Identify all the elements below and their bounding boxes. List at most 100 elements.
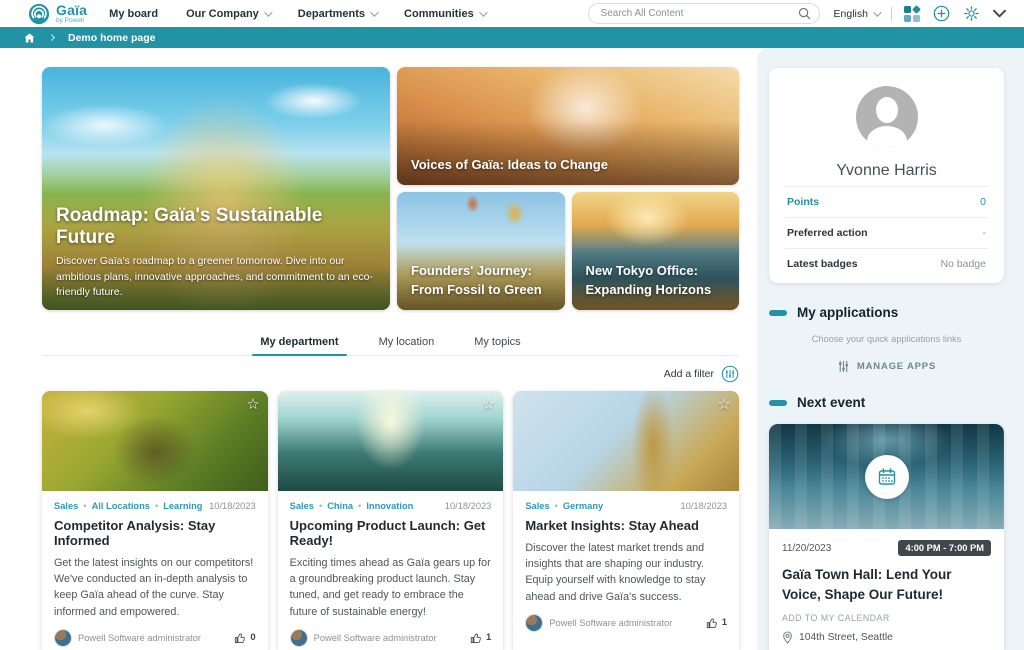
category-tag[interactable]: Sales [525, 501, 549, 511]
profile-row-points[interactable]: Points 0 [785, 186, 988, 217]
nav-our-company[interactable]: Our Company [186, 8, 270, 20]
news-image: ☆ [42, 391, 268, 491]
category-tag[interactable]: Learning [155, 501, 203, 511]
profile-row-preferred-action[interactable]: Preferred action - [785, 217, 988, 248]
profile-avatar[interactable] [856, 86, 918, 148]
language-selector[interactable]: English [834, 8, 879, 20]
nav-my-board[interactable]: My board [109, 8, 158, 20]
add-filter-label[interactable]: Add a filter [664, 368, 714, 380]
nav-communities[interactable]: Communities [404, 8, 485, 20]
tab-my-department[interactable]: My department [258, 332, 340, 355]
favorite-star-icon[interactable]: ☆ [246, 397, 259, 412]
author-name: Powell Software administrator [78, 633, 201, 643]
section-dash-icon [769, 310, 787, 316]
news-title[interactable]: Upcoming Product Launch: Get Ready! [290, 518, 492, 548]
like-count: 1 [722, 617, 727, 628]
manage-apps-button[interactable]: MANAGE APPS [769, 360, 1004, 373]
hero-card-tokyo[interactable]: New Tokyo Office: Expanding Horizons [572, 192, 740, 310]
news-card-product-launch[interactable]: ☆ Sales China Innovation 10/18/2023 Upco… [278, 391, 504, 650]
logo-subtitle: by Powell [56, 18, 87, 25]
news-image: ☆ [513, 391, 739, 491]
category-tag[interactable]: Sales [54, 501, 78, 511]
hero-title: Voices of Gaïa: Ideas to Change [411, 156, 727, 175]
thumbs-up-icon [470, 632, 482, 644]
add-to-calendar-link[interactable]: ADD TO MY CALENDAR [782, 613, 991, 623]
chevron-down-icon [264, 8, 272, 16]
event-card[interactable]: 11/20/2023 4:00 PM - 7:00 PM Gaïa Town H… [769, 424, 1004, 650]
breadcrumb: Demo home page [0, 27, 1024, 48]
author-avatar [54, 629, 72, 647]
settings-gear-icon[interactable] [963, 5, 980, 22]
hero-card-voices[interactable]: Voices of Gaïa: Ideas to Change [397, 67, 739, 185]
event-location: 104th Street, Seattle [799, 632, 893, 643]
news-date: 10/18/2023 [680, 501, 727, 511]
next-event-heading: Next event [797, 395, 865, 410]
add-content-icon[interactable] [933, 5, 950, 22]
category-tag[interactable]: All Locations [83, 501, 150, 511]
event-title[interactable]: Gaïa Town Hall: Lend Your Voice, Shape O… [782, 565, 991, 604]
author-name: Powell Software administrator [549, 618, 672, 628]
thumbs-up-icon [706, 617, 718, 629]
home-icon[interactable] [24, 33, 35, 43]
favorite-star-icon[interactable]: ☆ [482, 397, 495, 412]
hero-title: New Tokyo Office: Expanding Horizons [586, 262, 728, 300]
filter-sliders-icon[interactable] [721, 365, 739, 383]
collapse-header-icon[interactable] [993, 9, 1006, 18]
breadcrumb-chevron-icon [48, 34, 55, 41]
calendar-icon [877, 467, 897, 487]
right-sidebar: Yvonne Harris Points 0 Preferred action … [757, 48, 1024, 650]
search-icon[interactable] [798, 7, 811, 20]
hero-title: Roadmap: Gaïa's Sustainable Future [56, 205, 378, 249]
top-navigation-bar: Gaïa by Powell My board Our Company Depa… [0, 0, 1024, 27]
category-tag[interactable]: Germany [555, 501, 604, 511]
thumbs-up-icon [234, 632, 246, 644]
hero-card-founders[interactable]: Founders' Journey: From Fossil to Green [397, 192, 565, 310]
sliders-icon [837, 360, 850, 373]
news-excerpt: Discover the latest market trends and in… [525, 540, 727, 605]
news-title[interactable]: Market Insights: Stay Ahead [525, 518, 727, 533]
header-divider [891, 7, 892, 21]
location-pin-icon [782, 631, 793, 644]
nav-departments[interactable]: Departments [298, 8, 376, 20]
applications-hint: Choose your quick applications links [769, 334, 1004, 344]
profile-row-latest-badges[interactable]: Latest badges No badge [785, 248, 988, 279]
category-tag[interactable]: China [319, 501, 353, 511]
favorite-star-icon[interactable]: ☆ [718, 397, 731, 412]
news-excerpt: Get the latest insights on our competito… [54, 555, 256, 620]
news-card-list: ☆ Sales All Locations Learning 10/18/202… [42, 391, 739, 650]
like-button[interactable]: 1 [470, 632, 491, 644]
gaia-logo[interactable]: Gaïa by Powell [28, 3, 87, 25]
category-tag[interactable]: Innovation [358, 501, 413, 511]
chevron-down-icon [370, 8, 378, 16]
chevron-down-icon [479, 8, 487, 16]
news-date: 10/18/2023 [209, 501, 256, 511]
news-card-market-insights[interactable]: ☆ Sales Germany 10/18/2023 Market Insigh… [513, 391, 739, 650]
apps-waffle-icon[interactable] [904, 6, 920, 22]
tab-my-location[interactable]: My location [377, 332, 437, 355]
news-excerpt: Exciting times ahead as Gaïa gears up fo… [290, 555, 492, 620]
tab-my-topics[interactable]: My topics [472, 332, 522, 355]
news-date: 10/18/2023 [445, 501, 492, 511]
breadcrumb-page-title: Demo home page [68, 32, 156, 44]
hero-card-roadmap[interactable]: Roadmap: Gaïa's Sustainable Future Disco… [42, 67, 390, 310]
event-time-badge: 4:00 PM - 7:00 PM [898, 540, 991, 556]
author-avatar [525, 614, 543, 632]
main-nav: My board Our Company Departments Communi… [109, 8, 485, 20]
chevron-down-icon [873, 8, 881, 16]
author-name: Powell Software administrator [314, 633, 437, 643]
category-tag[interactable]: Sales [290, 501, 314, 511]
news-title[interactable]: Competitor Analysis: Stay Informed [54, 518, 256, 548]
search-input[interactable] [601, 8, 798, 19]
hero-news-grid: Roadmap: Gaïa's Sustainable Future Disco… [42, 67, 739, 310]
event-image [769, 424, 1004, 529]
like-button[interactable]: 0 [234, 632, 255, 644]
news-card-competitor-analysis[interactable]: ☆ Sales All Locations Learning 10/18/202… [42, 391, 268, 650]
news-image: ☆ [278, 391, 504, 491]
calendar-badge [865, 455, 909, 499]
event-date: 11/20/2023 [782, 543, 831, 554]
my-applications-heading: My applications [797, 305, 898, 320]
like-count: 0 [250, 632, 255, 643]
profile-name: Yvonne Harris [785, 162, 988, 180]
global-search[interactable] [588, 3, 820, 24]
like-button[interactable]: 1 [706, 617, 727, 629]
